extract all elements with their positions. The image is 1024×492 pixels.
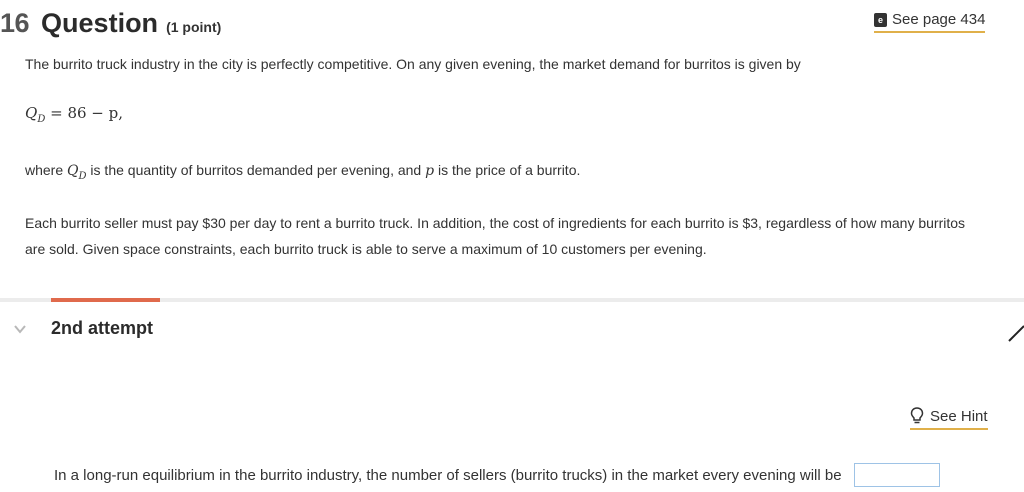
question-text-definitions: where QD is the quantity of burritos dem…: [25, 157, 580, 190]
ebook-icon: e: [874, 12, 887, 27]
question-points: (1 point): [166, 19, 222, 35]
chevron-down-icon[interactable]: [13, 322, 27, 336]
collapse-arrow-icon: [1008, 325, 1024, 342]
attempt-title: 2nd attempt: [51, 318, 154, 338]
answer-row: In a long-run equilibrium in the burrito…: [54, 463, 940, 487]
def-text-post: is the price of a burrito.: [434, 162, 581, 178]
def-var-p: p: [425, 163, 435, 179]
question-text-intro: The burrito truck industry in the city i…: [25, 56, 801, 72]
attempt-progress-indicator: [51, 298, 160, 302]
equation-rhs: = 86 − p,: [45, 104, 124, 122]
question-header: 16 Question (1 point): [0, 8, 221, 39]
equation-q: Q: [25, 104, 38, 122]
see-hint-button[interactable]: See Hint: [910, 407, 988, 430]
def-text-pre: where: [25, 162, 68, 178]
question-text-costs: Each burrito seller must pay $30 per day…: [25, 215, 966, 257]
demand-equation: QD = 86 − p,: [25, 104, 123, 125]
see-page-label: See page 434: [892, 11, 986, 28]
lightbulb-icon: [910, 407, 924, 424]
see-hint-label: See Hint: [930, 407, 988, 425]
def-var-q: Q: [67, 163, 79, 179]
see-page-link[interactable]: e See page 434: [874, 11, 986, 33]
answer-prompt: In a long-run equilibrium in the burrito…: [54, 466, 842, 484]
question-title: Question: [41, 8, 159, 38]
question-number: 16: [0, 8, 30, 38]
def-text-mid: is the quantity of burritos demanded per…: [86, 162, 426, 178]
def-var-sub: D: [78, 170, 87, 182]
answer-input[interactable]: [853, 463, 940, 487]
